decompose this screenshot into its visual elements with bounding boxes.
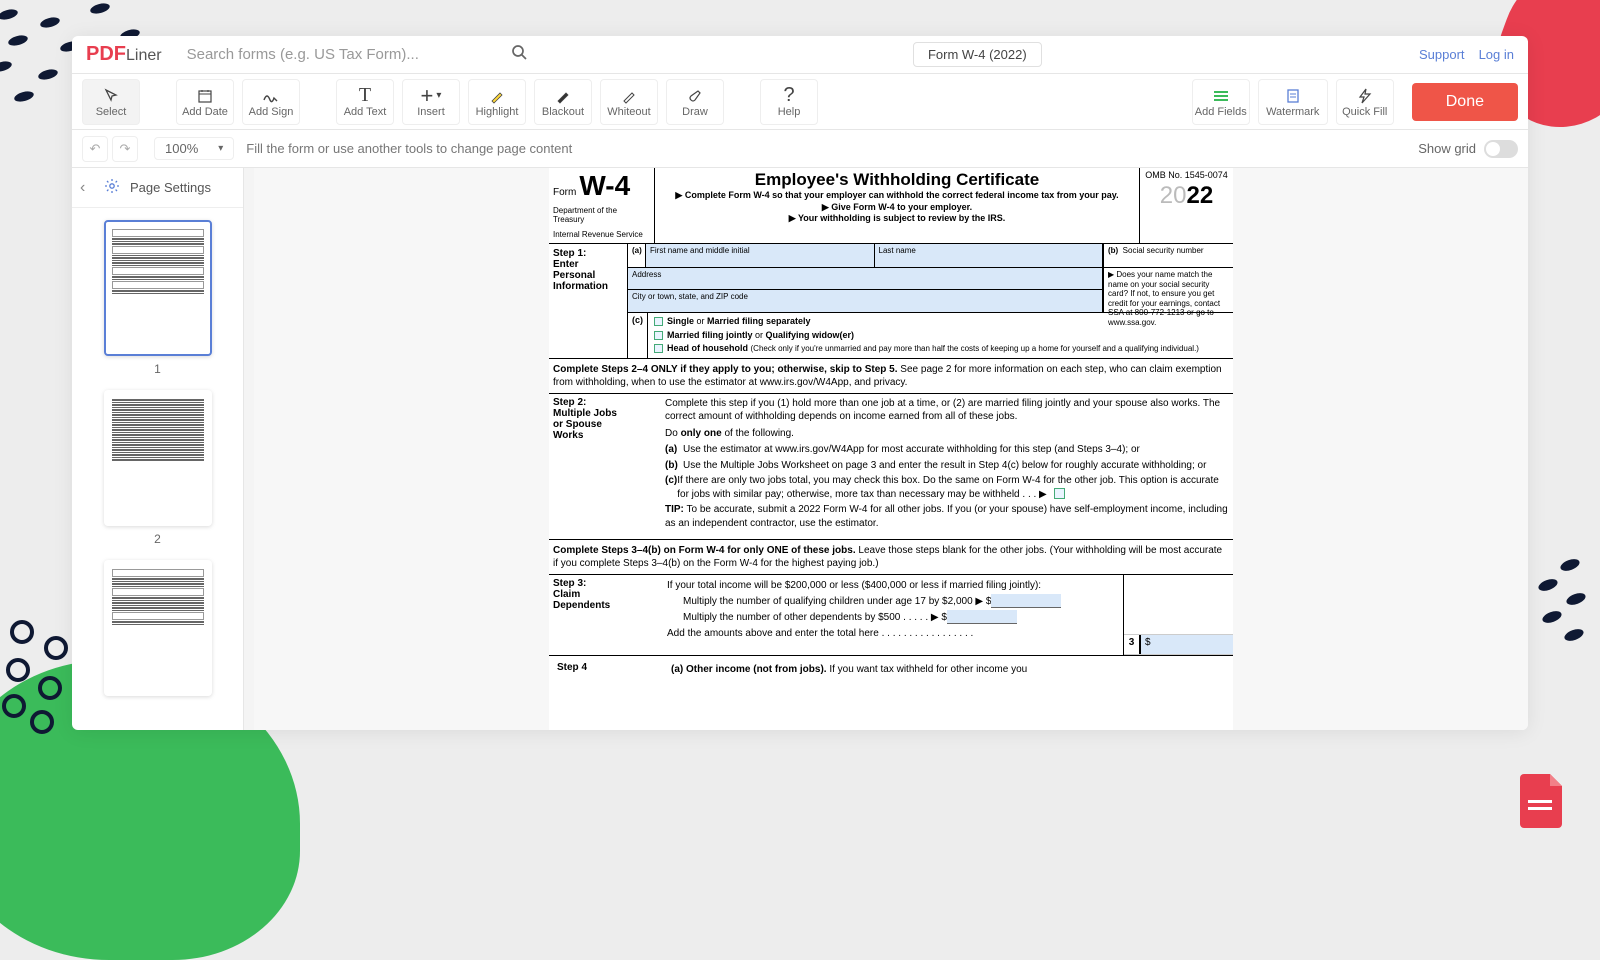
draw-tool[interactable]: Draw xyxy=(666,79,724,125)
chevron-down-icon: ▾ xyxy=(218,143,223,154)
select-tool[interactable]: Select xyxy=(82,79,140,125)
step2: Step 2:Multiple Jobsor SpouseWorks Compl… xyxy=(549,394,1233,541)
instructions-2: Complete Steps 3–4(b) on Form W-4 for on… xyxy=(549,540,1233,575)
blackout-icon xyxy=(555,86,571,106)
gear-icon xyxy=(104,178,120,197)
step1: Step 1:EnterPersonalInformation (a) Firs… xyxy=(549,244,1233,359)
add-text-tool[interactable]: TAdd Text xyxy=(336,79,394,125)
lightning-icon xyxy=(1358,86,1372,106)
main: ‹ Page Settings 1 2 xyxy=(72,168,1528,730)
step3: Step 3:ClaimDependents If your total inc… xyxy=(549,575,1233,656)
bg-decoration-dots-r xyxy=(1530,550,1590,670)
first-name-field[interactable]: First name and middle initial xyxy=(646,244,875,267)
sidebar-scrollbar[interactable] xyxy=(244,168,254,730)
pdf-icon xyxy=(1510,770,1570,830)
plus-icon: +▾ xyxy=(421,86,442,106)
page-thumbnail-1[interactable] xyxy=(104,220,212,356)
login-link[interactable]: Log in xyxy=(1479,47,1514,62)
filing-single-checkbox[interactable] xyxy=(654,317,663,326)
hint-text: Fill the form or use another tools to ch… xyxy=(246,141,572,156)
search-icon[interactable] xyxy=(511,44,527,65)
dependents-amount-field[interactable] xyxy=(947,610,1017,624)
highlight-tool[interactable]: Highlight xyxy=(468,79,526,125)
whiteout-tool[interactable]: Whiteout xyxy=(600,79,658,125)
topbar: PDFLiner Form W-4 (2022) Support Log in xyxy=(72,36,1528,74)
watermark-tool[interactable]: Watermark xyxy=(1258,79,1328,125)
support-link[interactable]: Support xyxy=(1419,47,1465,62)
instructions-1: Complete Steps 2–4 ONLY if they apply to… xyxy=(549,359,1233,394)
filing-joint-checkbox[interactable] xyxy=(654,331,663,340)
top-links: Support Log in xyxy=(1419,47,1514,62)
thumb-num-1: 1 xyxy=(72,362,243,376)
watermark-icon xyxy=(1285,86,1301,106)
help-tool[interactable]: ?Help xyxy=(760,79,818,125)
city-field[interactable]: City or town, state, and ZIP code xyxy=(628,290,1103,312)
step4: Step 4 (a) Other income (not from jobs).… xyxy=(549,656,1233,684)
form-title: Employee's Withholding Certificate xyxy=(663,170,1131,190)
signature-icon xyxy=(262,86,280,106)
back-button[interactable]: ‹ xyxy=(80,179,85,197)
form-header: Form W-4 Department of the Treasury Inte… xyxy=(549,168,1233,244)
search-input[interactable] xyxy=(187,46,525,63)
grid-toggle-wrap: Show grid xyxy=(1418,140,1518,158)
toolbar: Select Add Date Add Sign TAdd Text +▾Ins… xyxy=(72,74,1528,130)
insert-tool[interactable]: +▾Insert xyxy=(402,79,460,125)
doc-title: Form W-4 (2022) xyxy=(913,42,1042,67)
help-icon: ? xyxy=(783,86,794,106)
text-icon: T xyxy=(359,86,371,106)
form-page: Form W-4 Department of the Treasury Inte… xyxy=(549,168,1233,730)
filing-hoh-checkbox[interactable] xyxy=(654,344,663,353)
calendar-icon xyxy=(197,86,213,106)
whiteout-icon xyxy=(621,86,637,106)
blackout-tool[interactable]: Blackout xyxy=(534,79,592,125)
logo[interactable]: PDFLiner xyxy=(86,43,162,66)
page-thumbnail-2[interactable] xyxy=(104,390,212,526)
address-field[interactable]: Address xyxy=(628,268,1103,290)
fields-icon xyxy=(1212,86,1230,106)
last-name-field[interactable]: Last name xyxy=(875,244,1104,267)
add-date-tool[interactable]: Add Date xyxy=(176,79,234,125)
highlight-icon xyxy=(489,86,505,106)
redo-button[interactable]: ↷ xyxy=(112,136,138,162)
undo-button[interactable]: ↶ xyxy=(82,136,108,162)
step2c-checkbox[interactable] xyxy=(1054,488,1065,499)
canvas[interactable]: Form W-4 Department of the Treasury Inte… xyxy=(254,168,1528,730)
cursor-icon xyxy=(103,86,119,106)
add-sign-tool[interactable]: Add Sign xyxy=(242,79,300,125)
quick-fill-tool[interactable]: Quick Fill xyxy=(1336,79,1394,125)
add-fields-tool[interactable]: Add Fields xyxy=(1192,79,1250,125)
thumbnails[interactable]: 1 2 xyxy=(72,208,243,730)
search-box[interactable] xyxy=(176,40,536,70)
sidebar: ‹ Page Settings 1 2 xyxy=(72,168,244,730)
brush-icon xyxy=(687,86,703,106)
step3-total-field[interactable]: $ xyxy=(1140,635,1233,654)
thumb-num-2: 2 xyxy=(72,532,243,546)
sidebar-header: ‹ Page Settings xyxy=(72,168,243,208)
page-thumbnail-3[interactable] xyxy=(104,560,212,696)
app-window: PDFLiner Form W-4 (2022) Support Log in … xyxy=(72,36,1528,730)
zoom-select[interactable]: 100%▾ xyxy=(154,137,234,160)
grid-toggle[interactable] xyxy=(1484,140,1518,158)
secondbar: ↶ ↷ 100%▾ Fill the form or use another t… xyxy=(72,130,1528,168)
done-button[interactable]: Done xyxy=(1412,83,1518,121)
children-amount-field[interactable] xyxy=(991,594,1061,608)
